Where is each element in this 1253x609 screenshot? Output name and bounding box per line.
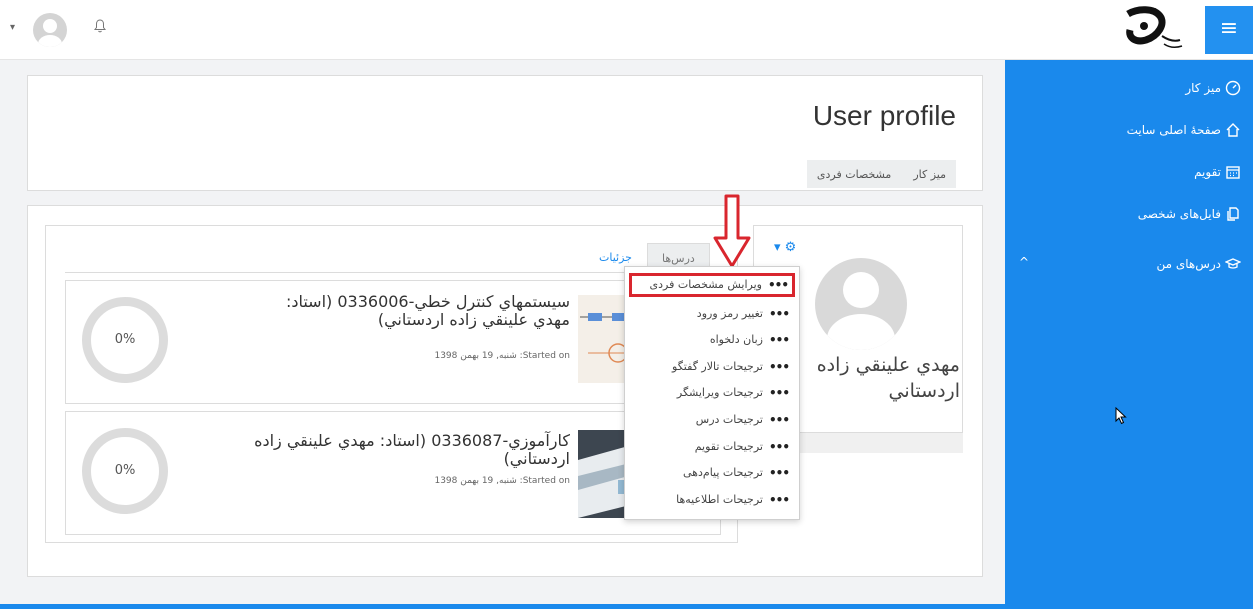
dots-icon: ••• [768, 307, 790, 321]
course-progress: 0% [114, 332, 136, 347]
sidebar-item-label: درس‌های من [1156, 257, 1221, 271]
sidebar-item-home[interactable]: صفحهٔ اصلی سایت [1127, 122, 1241, 138]
dots-icon: ••• [768, 333, 790, 347]
calendar-icon [1226, 166, 1240, 179]
dots-icon: ••• [767, 278, 789, 292]
menu-item-notification-preferences[interactable]: ••• ترجیحات اطلاعیه‌ها [676, 490, 790, 510]
user-menu-caret-icon[interactable]: ▾ [10, 22, 15, 33]
menu-toggle-button[interactable]: ≡ [1205, 6, 1253, 54]
menu-item-course-preferences[interactable]: ••• ترجیحات درس [695, 410, 790, 430]
menu-item-label: تغییر رمز ورود [696, 307, 763, 320]
user-avatar[interactable] [33, 13, 67, 47]
course-title[interactable]: كارآموزي-0336087 (استاد: مهدي علينقي زاد… [250, 432, 570, 468]
menu-item-calendar-preferences[interactable]: ••• ترجیحات تقویم [694, 437, 790, 457]
university-logo[interactable] [1118, 6, 1188, 56]
menu-item-label: ترجیحات پیام‌دهی [683, 466, 763, 479]
tab-row-divider [65, 272, 720, 273]
menu-item-preferred-language[interactable]: ••• زبان دلخواه [709, 330, 790, 350]
menu-item-edit-profile[interactable]: ••• ویرایش مشخصات فردی [629, 273, 795, 297]
dashboard-icon [1225, 80, 1241, 96]
sidebar-item-dashboard[interactable]: میز کار [1185, 80, 1241, 96]
sidebar-item-calendar[interactable]: تقویم [1194, 164, 1241, 180]
bell-icon[interactable] [94, 19, 106, 37]
home-icon [1226, 123, 1240, 137]
course-card[interactable]: 0% سيستمهاي كنترل خطي-0336006 (استاد: مه… [65, 280, 721, 404]
course-card[interactable]: 0% كارآموزي-0336087 (استاد: مهدي علينقي … [65, 411, 721, 535]
menu-item-message-preferences[interactable]: ••• ترجیحات پیام‌دهی [683, 463, 790, 483]
sidebar-item-label: صفحهٔ اصلی سایت [1126, 123, 1221, 137]
footer-accent-bar [0, 604, 1005, 609]
menu-item-label: ویرایش مشخصات فردی [649, 278, 762, 291]
page-header-card: User profile میز کار مشخصات فردی [27, 75, 983, 191]
settings-dropdown-menu: ••• ویرایش مشخصات فردی ••• تغییر رمز ورو… [624, 266, 800, 520]
menu-item-editor-preferences[interactable]: ••• ترجیحات ویرایشگر [676, 383, 790, 403]
menu-item-label: ترجیحات درس [695, 413, 763, 426]
breadcrumb: میز کار مشخصات فردی [806, 160, 956, 188]
sidebar-item-label: فایل‌های شخصی [1137, 207, 1221, 221]
page-title: User profile [812, 100, 956, 131]
dots-icon: ••• [768, 466, 790, 480]
menu-item-label: ترجیحات تالار گفتگو [672, 360, 763, 373]
sidebar-item-my-courses[interactable]: درس‌های من [1156, 256, 1241, 272]
course-start-date: Started on: شنبه, 19 بهمن 1398 [434, 476, 570, 486]
sidebar-item-label: میز کار [1185, 81, 1221, 95]
gear-icon: ⚙ [784, 240, 797, 255]
sidebar-item-private-files[interactable]: فایل‌های شخصی [1138, 206, 1241, 222]
top-navbar: ▾ ≡ [0, 0, 1253, 60]
dots-icon: ••• [768, 440, 790, 454]
menu-item-label: ترجیحات اطلاعیه‌ها [676, 493, 763, 506]
graduation-cap-icon [1225, 258, 1241, 269]
course-progress: 0% [114, 463, 136, 478]
sidebar-item-label: تقویم [1194, 165, 1221, 179]
dots-icon: ••• [768, 386, 790, 400]
sidebar: میز کار صفحهٔ اصلی سایت تقویم فایل‌های ش… [1005, 60, 1253, 609]
breadcrumb-dashboard-link[interactable]: میز کار [913, 168, 946, 181]
dots-icon: ••• [768, 360, 790, 374]
dots-icon: ••• [768, 493, 790, 507]
file-icon [1227, 207, 1239, 221]
menu-item-label: ترجیحات ویرایشگر [676, 386, 763, 399]
dots-icon: ••• [768, 413, 790, 427]
menu-item-forum-preferences[interactable]: ••• ترجیحات تالار گفتگو [672, 357, 790, 377]
profile-avatar [815, 258, 907, 350]
chevron-down-icon: ▾ [774, 240, 781, 255]
settings-gear-icon[interactable]: ▾ ⚙ [774, 240, 796, 255]
course-title[interactable]: سيستمهاي كنترل خطي-0336006 (استاد: مهدي … [250, 293, 570, 329]
collapse-chevron-icon[interactable]: ^ [1019, 255, 1029, 269]
mouse-cursor-icon [1115, 407, 1127, 425]
menu-item-label: ترجیحات تقویم [694, 440, 763, 453]
course-start-date: Started on: شنبه, 19 بهمن 1398 [434, 351, 570, 361]
menu-item-label: زبان دلخواه [709, 333, 763, 346]
annotation-arrow [713, 194, 751, 268]
menu-item-change-password[interactable]: ••• تغییر رمز ورود [696, 304, 790, 324]
breadcrumb-current: مشخصات فردی [816, 167, 892, 181]
